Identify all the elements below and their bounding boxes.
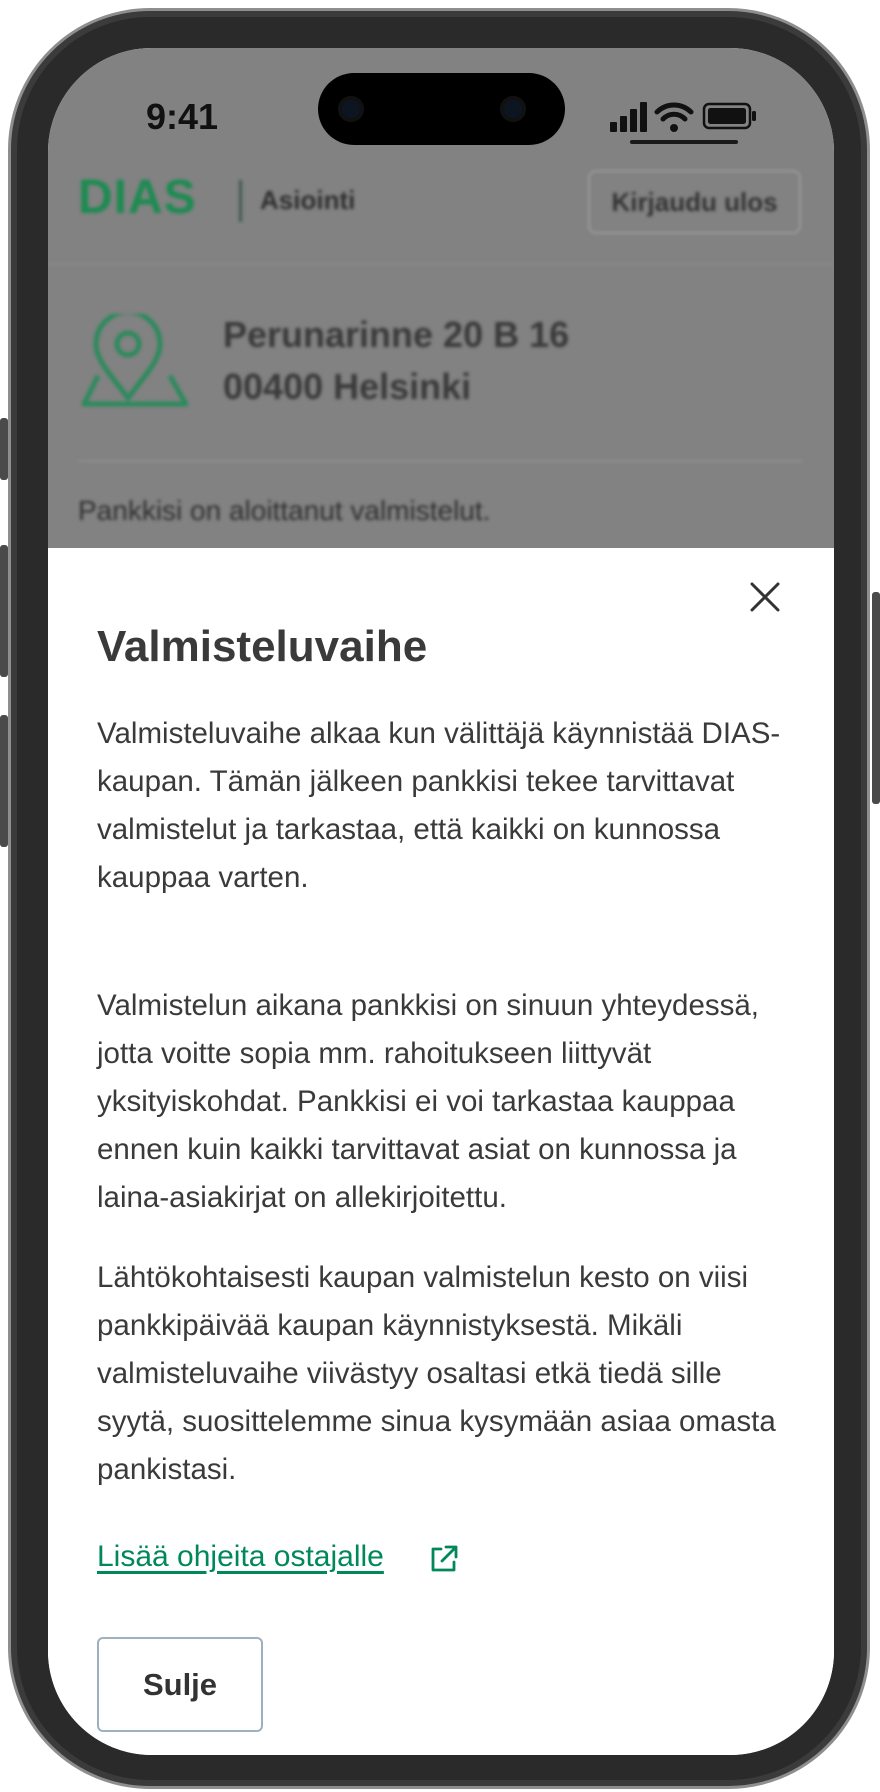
phone-frame: DIAS Asiointi Kirjaudu ulos Perunarinne … — [8, 8, 870, 1789]
status-underline — [630, 140, 738, 144]
sensor-dot — [500, 96, 526, 122]
volume-down-button — [0, 715, 8, 847]
status-icons — [610, 102, 756, 132]
wifi-icon — [654, 102, 694, 132]
modal-title: Valmisteluvaihe — [97, 622, 428, 671]
screen: DIAS Asiointi Kirjaudu ulos Perunarinne … — [48, 48, 834, 1755]
buyer-help-link[interactable]: Lisää ohjeita ostajalle — [97, 1540, 384, 1574]
bank-status-text: Pankkisi on aloittanut valmistelut. — [78, 495, 491, 526]
mute-switch — [0, 418, 8, 480]
brand-separator — [239, 180, 242, 222]
logout-button[interactable]: Kirjaudu ulos — [588, 170, 801, 234]
content-divider — [78, 460, 803, 462]
location-pin-icon — [81, 314, 189, 407]
brand-subtitle: Asiointi — [260, 185, 356, 215]
modal-paragraph: Valmistelun aikana pankkisi on sinuun yh… — [97, 989, 759, 1214]
signal-icon — [610, 102, 647, 132]
info-modal: Valmisteluvaihe Valmisteluvaihe alkaa ku… — [48, 552, 834, 1755]
brand-logo: DIAS — [78, 171, 197, 224]
power-button — [872, 592, 880, 804]
modal-paragraph: Lähtökohtaisesti kaupan valmistelun kest… — [97, 1261, 776, 1486]
status-time: 9:41 — [146, 96, 219, 137]
close-icon — [750, 582, 780, 612]
header-divider — [48, 263, 834, 265]
background-overlay[interactable]: DIAS Asiointi Kirjaudu ulos Perunarinne … — [48, 48, 834, 548]
dynamic-island — [318, 73, 565, 145]
battery-icon — [702, 102, 756, 130]
volume-up-button — [0, 545, 8, 677]
external-link-icon[interactable] — [427, 1542, 461, 1576]
modal-paragraph: Valmisteluvaihe alkaa kun välittäjä käyn… — [97, 717, 781, 894]
address-line-2: 00400 Helsinki — [223, 366, 472, 407]
close-button[interactable]: Sulje — [97, 1637, 263, 1732]
address-line-1: Perunarinne 20 B 16 — [223, 314, 570, 355]
modal-close-button[interactable] — [746, 578, 784, 616]
camera-dot — [338, 96, 364, 122]
